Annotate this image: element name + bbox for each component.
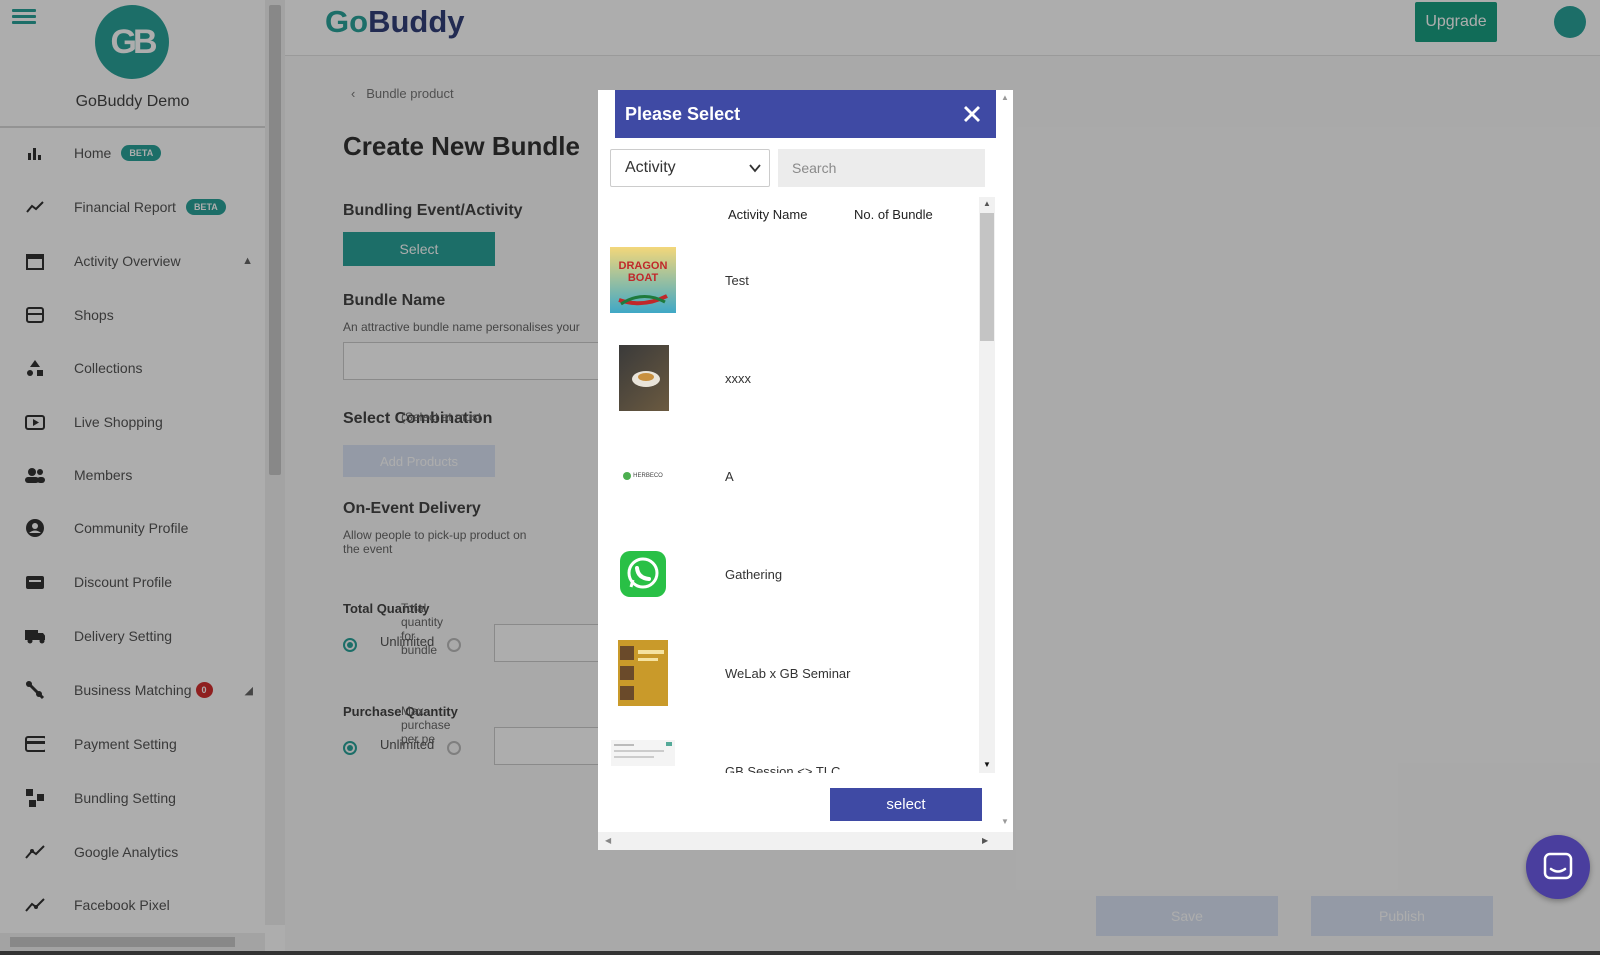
activity-name: A (725, 469, 734, 484)
category-select[interactable]: Activity (610, 149, 770, 187)
table-row[interactable]: GB Session <> TLC (610, 738, 970, 773)
dialog-header: Please Select (615, 90, 996, 138)
scroll-left-icon[interactable]: ◀ (605, 836, 611, 845)
scroll-up-icon[interactable]: ▲ (1001, 93, 1009, 102)
table-scrollbar[interactable]: ▲ ▼ (979, 197, 995, 773)
scroll-down-icon[interactable]: ▼ (1001, 817, 1009, 826)
activity-name: GB Session <> TLC (725, 764, 841, 773)
chevron-down-icon (749, 164, 761, 173)
activity-name: xxxx (725, 371, 751, 386)
table-row[interactable]: HERBECO A (610, 443, 970, 541)
scrollbar-thumb[interactable] (980, 213, 994, 341)
seminar-poster (618, 640, 668, 706)
table-row[interactable]: xxxx (610, 345, 970, 443)
taskbar-edge (0, 951, 1600, 955)
dialog-vertical-scrollbar[interactable]: ▲ ▼ (997, 90, 1013, 832)
herbeco-logo: HERBECO (610, 443, 676, 509)
table-row[interactable]: DRAGON BOAT Test (610, 247, 970, 345)
search-input[interactable] (778, 149, 985, 187)
chat-icon (1543, 852, 1573, 880)
table-row[interactable]: Gathering (610, 541, 970, 639)
column-header-activity-name: Activity Name (728, 207, 808, 222)
activity-table: Activity Name No. of Bundle DRAGON BOAT … (610, 197, 993, 773)
scroll-up-icon[interactable]: ▲ (983, 199, 991, 208)
close-icon[interactable] (960, 102, 984, 126)
activity-name: WeLab x GB Seminar (725, 666, 851, 681)
chat-launcher-button[interactable] (1526, 835, 1590, 899)
screenshot-thumb (610, 738, 676, 768)
select-button[interactable]: select (830, 788, 982, 821)
column-header-no-of-bundle: No. of Bundle (854, 207, 933, 222)
whatsapp-icon (610, 541, 676, 607)
scroll-right-icon[interactable]: ▶ (982, 836, 988, 845)
dragon-boat-poster: DRAGON BOAT (610, 247, 676, 313)
dialog-horizontal-scrollbar[interactable]: ◀ ▶ (598, 832, 1013, 850)
coffee-photo (619, 345, 669, 411)
table-row[interactable]: WeLab x GB Seminar (610, 640, 970, 738)
activity-name: Gathering (725, 567, 783, 582)
select-activity-dialog: Please Select Activity Activity Name No.… (598, 90, 1013, 850)
dialog-title: Please Select (625, 104, 741, 124)
scroll-down-icon[interactable]: ▼ (983, 760, 991, 769)
activity-name: Test (725, 273, 749, 288)
